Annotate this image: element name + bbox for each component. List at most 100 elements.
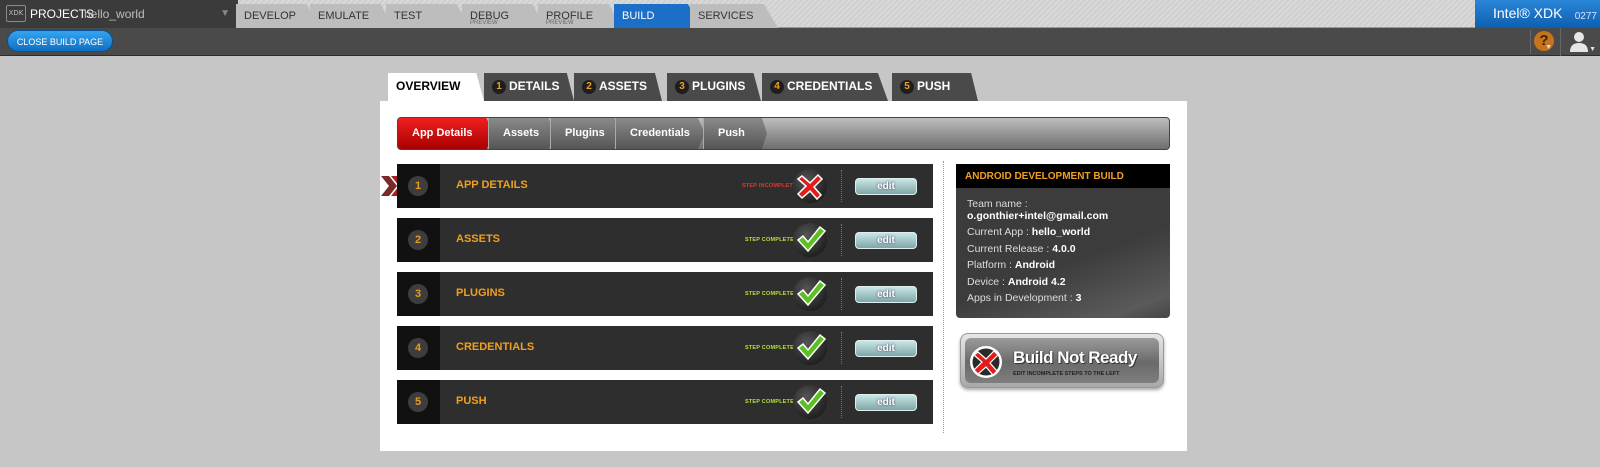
step-title: APP DETAILS — [456, 179, 528, 191]
step-number-cell: 1 — [397, 164, 440, 208]
step-row-app-details: 1 APP DETAILS STEP INCOMPLETE edit — [381, 164, 933, 208]
step-title: CREDENTIALS — [456, 341, 535, 353]
build-toolbar: CLOSE BUILD PAGE ? ▼ ▼ — [0, 28, 1600, 56]
team-name-text: o.gonthier+intel@gmail.com — [967, 210, 1109, 222]
intel-xdk-brand: Intel® XDK 0277 — [1475, 0, 1600, 28]
breadcrumb-push[interactable]: Push — [703, 118, 767, 149]
step-divider — [841, 170, 842, 202]
edit-credentials-button[interactable]: edit — [855, 340, 917, 357]
step-row-plugins: 3 PLUGINS STEP COMPLETE edit — [397, 272, 933, 316]
breadcrumb-plugins[interactable]: Plugins — [550, 118, 620, 149]
tab-label: EMULATE — [318, 10, 370, 22]
tab-test[interactable]: TEST — [386, 4, 470, 28]
tab-label: CREDENTIALS — [787, 79, 873, 93]
step-number: 4 — [408, 338, 428, 358]
step-divider — [841, 278, 842, 310]
breadcrumb-credentials[interactable]: Credentials — [615, 118, 705, 149]
tab-overview[interactable]: OVERVIEW — [388, 73, 484, 101]
tab-plugins[interactable]: 3 PLUGINS — [667, 73, 761, 101]
xdk-logo-icon: XDK — [6, 5, 26, 22]
tab-label: DETAILS — [509, 79, 560, 93]
build-button-face: Build Not Ready EDIT INCOMPLETE STEPS TO… — [965, 338, 1159, 383]
build-info-heading: ANDROID DEVELOPMENT BUILD — [956, 164, 1170, 188]
build-status-title: Build Not Ready — [1013, 348, 1137, 367]
tab-label: SERVICES — [698, 10, 754, 22]
build-not-ready-button[interactable]: Build Not Ready EDIT INCOMPLETE STEPS TO… — [960, 333, 1164, 388]
edit-push-button[interactable]: edit — [855, 394, 917, 411]
step-divider — [841, 224, 842, 256]
device-value: Android 4.2 — [1007, 276, 1066, 288]
user-menu-button[interactable]: ▼ — [1560, 28, 1600, 56]
current-release-line: Current Release : 4.0.0 — [967, 243, 1076, 255]
tab-label: PUSH — [917, 79, 951, 93]
incomplete-x-icon — [793, 169, 827, 203]
current-app-label: Current App : — [967, 226, 1029, 238]
overview-panel: App Details Assets Plugins Credentials P… — [380, 101, 1187, 451]
tab-number: 2 — [582, 80, 596, 94]
current-app-value: hello_world — [1031, 226, 1091, 238]
tab-profile[interactable]: PROFILE PREVIEW — [538, 4, 622, 28]
step-title: PUSH — [456, 395, 487, 407]
build-info-box: ANDROID DEVELOPMENT BUILD Team name : o.… — [956, 164, 1170, 318]
projects-block: XDK PROJECTS hello_world ▼ — [0, 0, 238, 28]
tab-number: 5 — [900, 80, 914, 94]
edit-app-details-button[interactable]: edit — [855, 178, 917, 195]
breadcrumb-app-details[interactable]: App Details — [398, 118, 494, 149]
project-name: hello_world — [84, 7, 145, 21]
step-number-cell: 3 — [397, 272, 440, 316]
tab-label: BUILD — [622, 10, 655, 22]
edit-assets-button[interactable]: edit — [855, 232, 917, 249]
tab-emulate[interactable]: EMULATE — [310, 4, 394, 28]
top-bar: XDK PROJECTS hello_world ▼ DEVELOP EMULA… — [0, 0, 1600, 28]
tab-push[interactable]: 5 PUSH — [892, 73, 978, 101]
step-number-cell: 5 — [397, 380, 440, 424]
chevron-down-icon: ▼ — [1589, 46, 1596, 53]
step-title: PLUGINS — [456, 287, 505, 299]
chevron-down-icon[interactable]: ▼ — [220, 5, 230, 23]
step-row-push: 5 PUSH STEP COMPLETE edit — [397, 380, 933, 424]
tab-label: DEVELOP — [244, 10, 296, 22]
tab-number: 3 — [675, 80, 689, 94]
step-number: 2 — [408, 230, 428, 250]
tab-services[interactable]: SERVICES — [690, 4, 778, 28]
complete-check-icon — [793, 331, 827, 365]
help-button[interactable]: ? ▼ — [1530, 30, 1556, 54]
version-label: 0277 — [1574, 11, 1597, 22]
step-status: STEP COMPLETE — [745, 237, 794, 243]
current-release-value: 4.0.0 — [1052, 243, 1076, 255]
tab-build[interactable]: BUILD — [614, 4, 702, 28]
complete-check-icon — [793, 223, 827, 257]
tab-label: TEST — [394, 10, 423, 22]
tab-develop[interactable]: DEVELOP — [236, 4, 320, 28]
step-number: 5 — [408, 392, 428, 412]
breadcrumb-assets[interactable]: Assets — [488, 118, 554, 149]
tab-debug[interactable]: DEBUG PREVIEW — [462, 4, 546, 28]
apps-in-development-label: Apps in Development : — [967, 292, 1073, 304]
device-line: Device : Android 4.2 — [967, 276, 1066, 288]
complete-check-icon — [793, 277, 827, 311]
step-status: STEP INCOMPLETE — [742, 183, 797, 189]
platform-value: Android — [1014, 259, 1056, 271]
tab-number: 1 — [492, 80, 506, 94]
close-build-page-button[interactable]: CLOSE BUILD PAGE — [7, 30, 113, 52]
platform-label: Platform : — [967, 259, 1012, 271]
step-number-cell: 2 — [397, 218, 440, 262]
tab-label: ASSETS — [599, 79, 648, 93]
device-label: Device : — [967, 276, 1005, 288]
chevron-down-icon: ▼ — [1545, 44, 1552, 51]
build-status-subtitle: EDIT INCOMPLETE STEPS TO THE LEFT — [1013, 371, 1120, 377]
step-title: ASSETS — [456, 233, 501, 245]
tab-sublabel: PREVIEW — [546, 20, 574, 26]
tab-details[interactable]: 1 DETAILS — [484, 73, 574, 101]
tab-assets[interactable]: 2 ASSETS — [574, 73, 662, 101]
complete-check-icon — [793, 385, 827, 419]
step-status: STEP COMPLETE — [745, 399, 794, 405]
tab-credentials[interactable]: 4 CREDENTIALS — [762, 73, 888, 101]
step-status: STEP COMPLETE — [745, 345, 794, 351]
brand-label: Intel® XDK — [1493, 5, 1563, 21]
step-number: 1 — [408, 176, 428, 196]
project-select[interactable]: hello_world ▼ — [84, 5, 232, 23]
edit-plugins-button[interactable]: edit — [855, 286, 917, 303]
step-number-cell: 4 — [397, 326, 440, 370]
tab-label: OVERVIEW — [396, 79, 461, 93]
